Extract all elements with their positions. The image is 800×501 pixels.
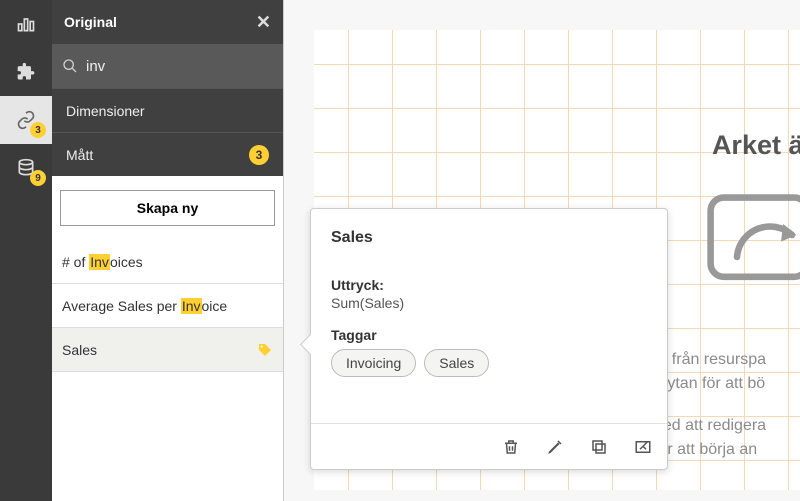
tags-row: Invoicing Sales [331, 349, 647, 377]
export-button[interactable] [631, 435, 655, 459]
rail-data-badge: 9 [30, 170, 46, 186]
create-label: Skapa ny [137, 200, 198, 216]
drag-target-icon [704, 180, 800, 290]
rail-tags[interactable]: 3 [0, 96, 52, 144]
left-rail: 3 9 [0, 0, 52, 501]
dimensions-label: Dimensioner [66, 103, 145, 119]
expression-label: Uttryck: [331, 277, 647, 293]
edit-button[interactable] [543, 435, 567, 459]
delete-button[interactable] [499, 435, 523, 459]
list-item-label: Sales [62, 342, 97, 358]
popover-title: Sales [331, 229, 647, 247]
list-item-label: # of Invoices [62, 254, 143, 270]
measures-label: Mått [66, 147, 93, 163]
panel-header: Original ✕ [52, 0, 283, 44]
search-input[interactable] [78, 58, 293, 75]
list-item[interactable]: Average Sales per Invoice [52, 284, 283, 328]
side-panel: Original ✕ ✕ Dimensioner Mått 3 Skapa ny… [52, 0, 284, 501]
popover-footer [311, 423, 667, 469]
rail-extensions[interactable] [0, 48, 52, 96]
tags-label: Taggar [331, 327, 647, 343]
panel-search: ✕ [52, 44, 283, 88]
rail-data[interactable]: 9 [0, 144, 52, 192]
duplicate-button[interactable] [587, 435, 611, 459]
create-button[interactable]: Skapa ny [60, 190, 275, 226]
trash-icon [502, 438, 520, 456]
tag-pill[interactable]: Sales [424, 349, 489, 377]
export-icon [634, 438, 652, 456]
rail-charts[interactable] [0, 0, 52, 48]
puzzle-icon [16, 62, 36, 82]
panel-close-icon[interactable]: ✕ [256, 12, 271, 33]
tag-icon [257, 342, 273, 358]
list-area: Skapa ny # of Invoices Average Sales per… [52, 176, 283, 501]
rail-tags-badge: 3 [30, 122, 46, 138]
tag-pill[interactable]: Invoicing [331, 349, 416, 377]
list-item-selected[interactable]: Sales [52, 328, 283, 372]
bar-chart-icon [16, 14, 36, 34]
sheet-title: Arket är [712, 130, 800, 161]
pencil-icon [546, 438, 564, 456]
list-item-label: Average Sales per Invoice [62, 298, 227, 314]
search-icon [62, 58, 78, 74]
section-measures[interactable]: Mått 3 [52, 132, 283, 176]
section-dimensions[interactable]: Dimensioner [52, 88, 283, 132]
copy-icon [590, 438, 608, 456]
list-item[interactable]: # of Invoices [52, 240, 283, 284]
sheet-help-text: nt från resurspa e ytan för att bö ned a… [654, 348, 800, 462]
expression-value: Sum(Sales) [331, 295, 647, 311]
measures-count-badge: 3 [249, 145, 269, 165]
panel-title: Original [64, 14, 117, 30]
measure-popover: Sales Uttryck: Sum(Sales) Taggar Invoici… [310, 208, 668, 470]
